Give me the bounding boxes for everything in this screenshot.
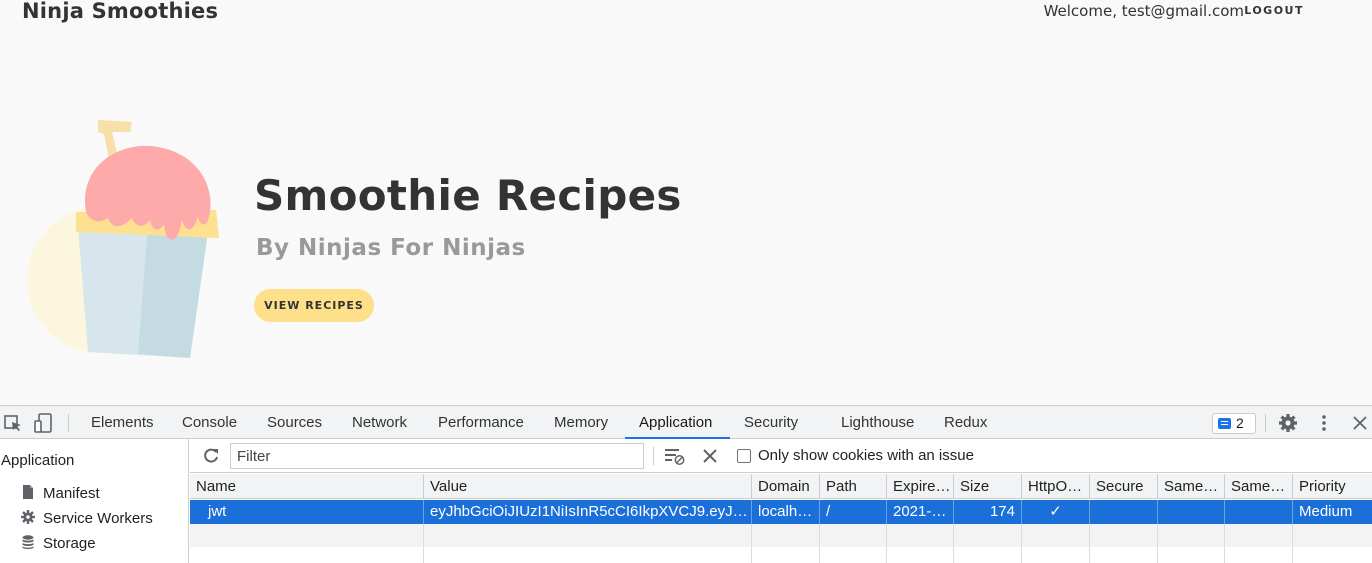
sidebar-item-storage[interactable]: Storage	[20, 534, 96, 552]
cell-domain[interactable]: localh…	[752, 500, 820, 524]
clear-all-cookies-icon[interactable]	[701, 447, 719, 465]
more-options-icon[interactable]	[1313, 412, 1335, 434]
issues-count: 2	[1236, 415, 1244, 431]
column-divider	[886, 524, 887, 563]
devtools-panel: Elements Console Sources Network Perform…	[0, 405, 1372, 563]
column-header-domain[interactable]: Domain	[752, 474, 820, 499]
cell-samesite[interactable]	[1158, 500, 1225, 524]
gear-icon	[21, 510, 35, 524]
website-viewport: Ninja Smoothies Welcome, test@gmail.com …	[0, 0, 1372, 405]
column-header-samesite[interactable]: Same…	[1158, 474, 1225, 499]
column-header-name[interactable]: Name	[190, 474, 424, 499]
cookies-table: Name Value Domain Path Expire… Size Http…	[190, 474, 1372, 563]
welcome-text: Welcome, test@gmail.com	[1043, 2, 1244, 20]
device-toolbar-icon[interactable]	[32, 412, 54, 434]
hero-title: Smoothie Recipes	[254, 171, 682, 220]
cell-name[interactable]: jwt	[190, 500, 424, 524]
tab-memory[interactable]: Memory	[554, 406, 608, 439]
cell-value[interactable]: eyJhbGciOiJIUzI1NiIsInR5cCI6IkpXVCJ9.eyJ…	[424, 500, 752, 524]
cup-shade	[138, 218, 210, 358]
column-header-sameparty[interactable]: Same…	[1225, 474, 1293, 499]
cell-size[interactable]: 174	[954, 500, 1022, 524]
toolbar-divider	[1265, 414, 1266, 432]
logout-link[interactable]: LOGOUT	[1244, 4, 1304, 17]
application-sidebar: Application Manifest Service Workers Sto…	[0, 439, 189, 563]
hero-subtitle: By Ninjas For Ninjas	[256, 235, 526, 261]
site-logo[interactable]: Ninja Smoothies	[22, 0, 218, 23]
column-divider	[423, 524, 424, 563]
column-divider	[953, 524, 954, 563]
tab-console[interactable]: Console	[182, 406, 237, 439]
devtools-tab-bar: Elements Console Sources Network Perform…	[0, 405, 1372, 439]
cell-sameparty[interactable]	[1225, 500, 1293, 524]
only-issues-label: Only show cookies with an issue	[758, 447, 974, 464]
column-header-expires[interactable]: Expire…	[887, 474, 954, 499]
tab-sources[interactable]: Sources	[267, 406, 322, 439]
column-header-size[interactable]: Size	[954, 474, 1022, 499]
sidebar-item-label: Service Workers	[43, 510, 153, 527]
column-divider	[1089, 524, 1090, 563]
inspect-element-icon[interactable]	[2, 412, 24, 434]
sidebar-item-label: Storage	[43, 535, 96, 552]
tab-elements[interactable]: Elements	[91, 406, 154, 439]
smoothie-illustration	[27, 120, 219, 358]
database-icon	[22, 535, 34, 549]
file-icon	[23, 485, 33, 499]
cell-priority[interactable]: Medium	[1293, 500, 1372, 524]
sidebar-item-service-workers[interactable]: Service Workers	[20, 509, 153, 527]
clear-filtered-cookies-icon[interactable]	[664, 446, 686, 466]
cookies-pane: Only show cookies with an issue Name Val…	[190, 439, 1372, 563]
tab-performance[interactable]: Performance	[438, 406, 524, 439]
tab-network[interactable]: Network	[352, 406, 407, 439]
toolbar-divider	[653, 447, 654, 465]
column-header-value[interactable]: Value	[424, 474, 752, 499]
column-divider	[751, 524, 752, 563]
tab-redux[interactable]: Redux	[944, 406, 987, 439]
column-header-priority[interactable]: Priority	[1293, 474, 1372, 499]
cookie-filter-input[interactable]	[230, 443, 644, 469]
column-header-secure[interactable]: Secure	[1090, 474, 1158, 499]
tab-lighthouse[interactable]: Lighthouse	[841, 406, 914, 439]
sidebar-item-manifest[interactable]: Manifest	[20, 484, 100, 502]
cell-httponly[interactable]: ✓	[1022, 500, 1090, 524]
close-icon[interactable]	[1349, 412, 1371, 434]
cookies-toolbar: Only show cookies with an issue	[190, 439, 1372, 473]
sidebar-section-application[interactable]: Application	[1, 452, 74, 469]
cell-expires[interactable]: 2021-…	[887, 500, 954, 524]
tab-security[interactable]: Security	[744, 406, 798, 439]
view-recipes-button[interactable]: VIEW RECIPES	[254, 289, 374, 322]
column-divider	[819, 524, 820, 563]
column-header-httponly[interactable]: HttpO…	[1022, 474, 1090, 499]
toolbar-divider	[68, 414, 69, 432]
issues-button[interactable]: 2	[1212, 413, 1256, 434]
table-row-empty	[190, 524, 1372, 547]
column-header-path[interactable]: Path	[820, 474, 887, 499]
refresh-icon[interactable]	[202, 447, 220, 465]
cell-secure[interactable]	[1090, 500, 1158, 524]
column-divider	[1157, 524, 1158, 563]
column-divider	[1292, 524, 1293, 563]
settings-gear-icon[interactable]	[1277, 412, 1299, 434]
only-issues-checkbox[interactable]	[737, 449, 751, 463]
issues-icon	[1218, 418, 1231, 429]
column-divider	[1224, 524, 1225, 563]
tab-application[interactable]: Application	[639, 406, 712, 439]
sidebar-item-label: Manifest	[43, 485, 100, 502]
cell-path[interactable]: /	[820, 500, 887, 524]
column-divider	[1021, 524, 1022, 563]
